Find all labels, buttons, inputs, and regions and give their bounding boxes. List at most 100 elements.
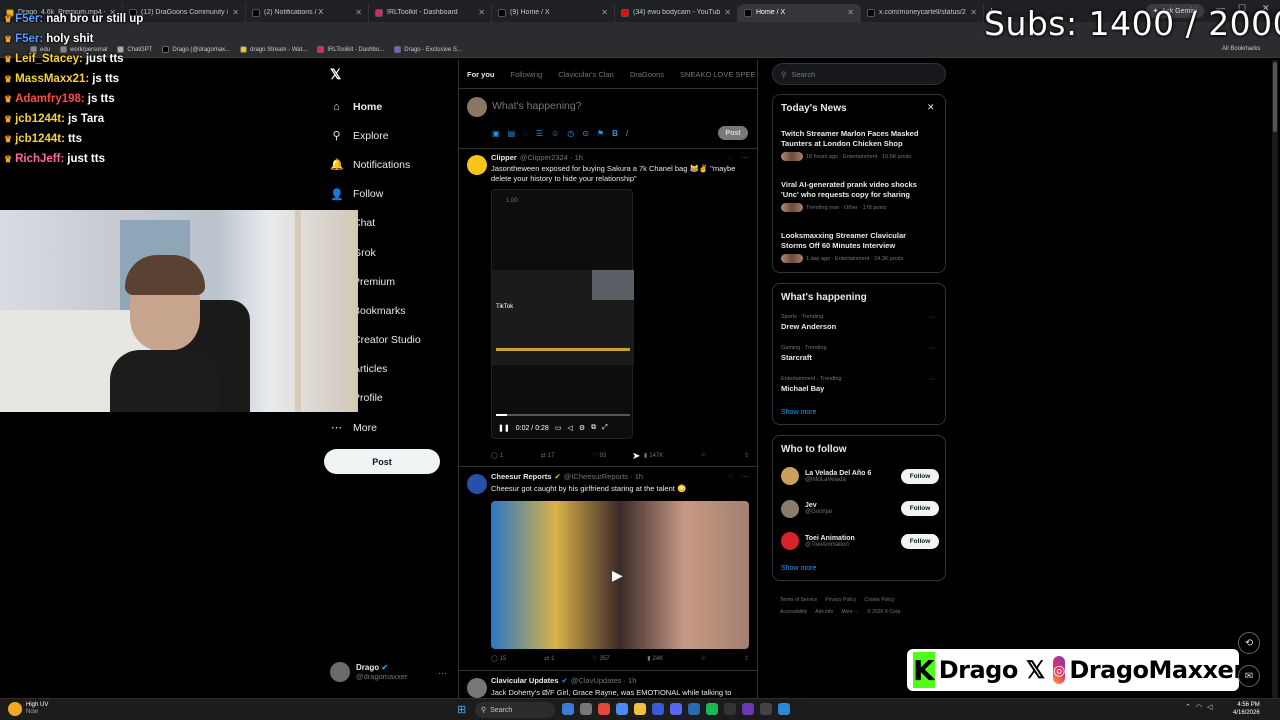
grok-icon[interactable]: ◌ xyxy=(728,153,733,162)
footer-link[interactable]: Privacy Policy xyxy=(825,597,856,603)
show-more-link[interactable]: Show more xyxy=(781,565,816,572)
grok-icon[interactable]: ◌ xyxy=(523,129,528,138)
wifi-icon[interactable]: ◠ xyxy=(1196,703,1202,711)
app-icon[interactable] xyxy=(562,703,574,715)
close-tab-icon[interactable]: ✕ xyxy=(601,8,608,17)
poll-icon[interactable]: ☰ xyxy=(536,129,543,138)
location-icon[interactable]: ⊙ xyxy=(582,129,589,138)
pause-icon[interactable]: ❚❚ xyxy=(498,424,510,432)
account-switcher[interactable]: Drago ✔ @dragomaxxer xyxy=(330,662,450,682)
app-icon[interactable] xyxy=(652,703,664,715)
close-tab-icon[interactable]: ✕ xyxy=(970,8,977,17)
more-icon[interactable]: ··· xyxy=(928,376,935,383)
nav-item-home[interactable]: ⌂ Home xyxy=(330,92,450,121)
video-player[interactable]: ▶ xyxy=(491,501,749,649)
feed-tab[interactable]: SNEAKO LOVE SPEE xyxy=(680,70,755,79)
close-tab-icon[interactable]: ✕ xyxy=(478,8,485,17)
bold-icon[interactable]: B xyxy=(612,129,618,138)
repost-button[interactable]: ⇄ 17 xyxy=(541,452,555,460)
close-icon[interactable]: ✕ xyxy=(927,102,935,113)
share-icon[interactable]: ⇪ xyxy=(744,655,749,662)
clock[interactable]: 4:56 PM 4/16/2026 xyxy=(1233,701,1260,717)
chrome-icon[interactable] xyxy=(616,703,628,715)
grok-icon[interactable]: ◌ xyxy=(728,472,733,481)
compose-post-button[interactable]: Post xyxy=(718,126,748,140)
taskbar-search[interactable]: ⚲ Search xyxy=(475,702,555,718)
trend-item[interactable]: Entertainment · Trending Michael Bay ··· xyxy=(781,376,939,393)
bookmark-icon[interactable]: ⚐ xyxy=(701,452,706,459)
feed-tab[interactable]: For you xyxy=(467,70,495,79)
app-icon[interactable] xyxy=(760,703,772,715)
footer-link[interactable]: Cookie Policy xyxy=(864,597,894,603)
weather-widget[interactable]: High UV Now xyxy=(8,702,48,716)
follow-suggestion[interactable]: Toei Animation @ToeiAnimation Follow xyxy=(781,528,939,554)
chrome-icon[interactable] xyxy=(598,703,610,715)
follow-suggestion[interactable]: Jev @Goonjar Follow xyxy=(781,496,939,522)
chevron-up-icon[interactable]: ⌃ xyxy=(1185,703,1191,711)
post-button[interactable]: Post xyxy=(324,449,440,474)
follow-suggestion[interactable]: La Velada Del Año 6 @infoLaVelada Follow xyxy=(781,463,939,489)
news-item[interactable]: Looksmaxxing Streamer Clavicular Storms … xyxy=(781,231,931,263)
schedule-icon[interactable]: ◷ xyxy=(567,129,574,138)
nav-item-follow[interactable]: 👤 Follow xyxy=(330,180,450,209)
account-more-icon[interactable]: ··· xyxy=(438,668,447,678)
compose-input[interactable]: What's happening? xyxy=(492,100,582,112)
like-button[interactable]: ♡ 93 xyxy=(592,452,606,460)
browser-tab[interactable]: Home / X ✕ xyxy=(738,3,861,22)
more-icon[interactable]: ··· xyxy=(741,153,749,162)
discord-icon[interactable] xyxy=(670,703,682,715)
footer-link[interactable]: Ads info xyxy=(815,609,833,615)
close-tab-icon[interactable]: ✕ xyxy=(847,8,854,17)
app-icon[interactable] xyxy=(742,703,754,715)
app-icon[interactable] xyxy=(778,703,790,715)
browser-tab[interactable]: (9) Home / X ✕ xyxy=(492,3,615,22)
app-icon[interactable] xyxy=(580,703,592,715)
gif-icon[interactable]: ▤ xyxy=(508,129,516,138)
news-item[interactable]: Twitch Streamer Marlon Faces Masked Taun… xyxy=(781,129,931,161)
fullscreen-icon[interactable]: ⤢ xyxy=(602,424,608,432)
reply-button[interactable]: ◯ 15 xyxy=(491,655,506,663)
folder-icon[interactable] xyxy=(634,703,646,715)
windows-start-icon[interactable]: ⊞ xyxy=(457,703,466,716)
pip-icon[interactable]: ⧉ xyxy=(591,424,596,432)
footer-link[interactable]: Terms of Service xyxy=(780,597,817,603)
messages-float-icon[interactable]: ✉ xyxy=(1238,665,1260,687)
steam-icon[interactable] xyxy=(688,703,700,715)
volume-icon[interactable]: ◁ xyxy=(567,424,572,432)
all-bookmarks-link[interactable]: All Bookmarks xyxy=(1222,46,1260,52)
tweet-author[interactable]: Clavicular Updates xyxy=(491,676,559,685)
browser-tab[interactable]: (34) ewu bodycam - YouTube ✕ xyxy=(615,3,738,22)
feed-tab[interactable]: Clavicular's Clan xyxy=(558,70,614,79)
follow-button[interactable]: Follow xyxy=(901,501,939,516)
browser-tab[interactable]: x.com/moneycartell/status/20 ✕ xyxy=(861,3,984,22)
tweet[interactable]: Cheesur Reports ✔ @ICheesurReports · 1h ◌ ·… xyxy=(459,468,757,671)
footer-link[interactable]: © 2026 X Corp. xyxy=(867,609,902,615)
grok-float-icon[interactable]: ⟲ xyxy=(1238,632,1260,654)
avatar[interactable] xyxy=(781,467,799,485)
tweet-author[interactable]: Cheesur Reports xyxy=(491,472,551,481)
video-progress[interactable] xyxy=(496,414,630,416)
browser-tab[interactable]: IRLToolkit - Dashboard ✕ xyxy=(369,3,492,22)
italic-icon[interactable]: I xyxy=(626,129,628,138)
avatar[interactable] xyxy=(467,474,487,494)
nav-item-more[interactable]: ⋯ More xyxy=(330,413,450,442)
feed-tab[interactable]: Following xyxy=(511,70,543,79)
show-more-link[interactable]: Show more xyxy=(781,409,816,416)
tweet-author[interactable]: Clipper xyxy=(491,153,517,162)
footer-link[interactable]: Accessibility xyxy=(780,609,807,615)
bookmark-item[interactable]: Drago - Exclusive S... xyxy=(394,46,462,53)
views-button[interactable]: ▮ 24K xyxy=(647,655,663,663)
avatar[interactable] xyxy=(781,532,799,550)
app-icon[interactable] xyxy=(724,703,736,715)
follow-button[interactable]: Follow xyxy=(901,468,939,484)
more-icon[interactable]: ··· xyxy=(741,472,749,481)
play-icon[interactable]: ▶ xyxy=(612,567,623,584)
footer-link[interactable]: More ··· xyxy=(841,609,859,615)
close-tab-icon[interactable]: ✕ xyxy=(355,8,362,17)
spotify-icon[interactable] xyxy=(706,703,718,715)
flag-icon[interactable]: ⚑ xyxy=(597,129,604,138)
follow-button[interactable]: Follow xyxy=(901,533,939,549)
scrollbar-thumb[interactable] xyxy=(1273,62,1277,132)
news-item[interactable]: Viral AI-generated prank video shocks 'U… xyxy=(781,180,931,212)
close-tab-icon[interactable]: ✕ xyxy=(724,8,731,17)
